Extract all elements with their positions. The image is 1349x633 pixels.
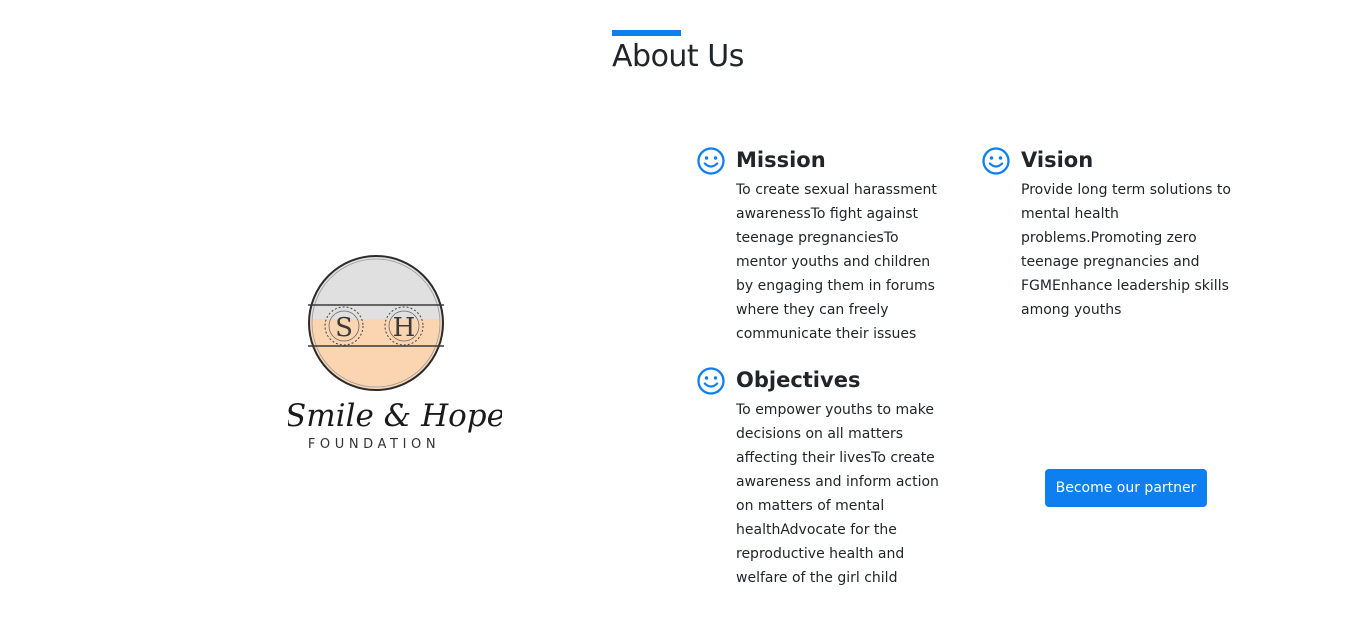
- logo-script-name: Smile & Hope: [288, 398, 502, 434]
- mission-text: To create sexual harassment awarenessTo …: [736, 182, 937, 342]
- logo-initial-h: H: [393, 313, 416, 343]
- mission-title: Mission: [736, 148, 826, 172]
- title-accent-bar: [612, 30, 681, 36]
- smiley-icon: [697, 367, 725, 395]
- about-section: About Us S H Smile & Hope FOUNDATION Mis…: [0, 0, 1349, 633]
- vision-title: Vision: [1021, 148, 1094, 172]
- smiley-icon: [697, 147, 725, 175]
- smiley-icon: [982, 147, 1010, 175]
- section-title: About Us: [612, 30, 744, 76]
- become-partner-button[interactable]: Become our partner: [1045, 469, 1207, 507]
- foundation-logo: S H Smile & Hope FOUNDATION: [288, 255, 502, 452]
- logo-subtitle: FOUNDATION: [308, 437, 440, 452]
- objectives-title: Objectives: [736, 368, 861, 392]
- objectives-text: To empower youths to make decisions on a…: [736, 402, 939, 586]
- vision-text: Provide long term solutions to mental he…: [1021, 182, 1231, 318]
- page-title: About Us: [612, 39, 744, 74]
- logo-initial-s: S: [335, 313, 353, 343]
